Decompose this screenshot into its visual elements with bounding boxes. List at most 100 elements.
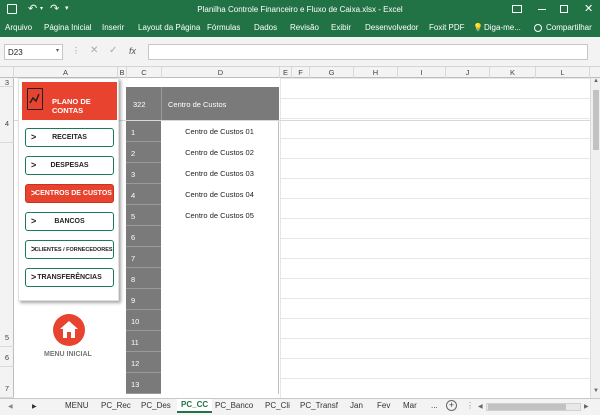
scroll-thumb[interactable] [593, 90, 599, 150]
table-row[interactable]: 12 [126, 352, 279, 373]
confirm-entry-icon[interactable]: ✓ [109, 45, 117, 56]
minimize-icon[interactable] [538, 9, 546, 10]
ribbon-display-icon[interactable] [512, 5, 522, 13]
sheet-tab-pc-cc[interactable]: PC_CC [177, 399, 213, 413]
sheet-tabs-bar: ◀ ▶ MENU PC_Rec PC_Des PC_CC PC_Banco PC… [0, 398, 600, 415]
row-value[interactable] [161, 310, 279, 331]
select-all-corner[interactable] [0, 67, 14, 78]
table-row[interactable]: 2 Centro de Custos 02 [126, 142, 279, 163]
row-value[interactable]: Centro de Custos 05 [161, 205, 279, 226]
ribbon-tab-foxit-pdf[interactable]: Foxit PDF [429, 23, 465, 32]
scroll-tabs-left-icon[interactable]: ◀ [8, 403, 13, 410]
cancel-entry-icon[interactable]: ✕ [90, 45, 98, 56]
scroll-down-icon[interactable]: ▼ [593, 388, 599, 394]
row-value[interactable] [161, 352, 279, 373]
ribbon-tab-exibir[interactable]: Exibir [331, 23, 351, 32]
ribbon-tab-inserir[interactable]: Inserir [102, 23, 124, 32]
row-value[interactable]: Centro de Custos 04 [161, 184, 279, 205]
ribbon-tab-formulas[interactable]: Fórmulas [207, 23, 240, 32]
close-icon[interactable]: ✕ [584, 2, 593, 15]
name-box[interactable]: D23 [4, 44, 63, 60]
column-header-c[interactable]: C [127, 67, 162, 78]
row-number: 2 [126, 142, 161, 163]
row-value[interactable]: Centro de Custos 01 [161, 121, 279, 142]
add-sheet-icon[interactable]: + [446, 400, 457, 411]
despesas-button[interactable]: > DESPESAS [25, 156, 114, 175]
bancos-button[interactable]: > BANCOS [25, 212, 114, 231]
sheet-tab-pc-des[interactable]: PC_Des [141, 401, 171, 410]
sheet-tab-pc-banco[interactable]: PC_Banco [215, 401, 253, 410]
table-row[interactable]: 7 [126, 247, 279, 268]
column-header-a[interactable]: A [14, 67, 118, 78]
hscroll-left-icon[interactable]: ◀ [478, 403, 483, 410]
table-row[interactable]: 4 Centro de Custos 04 [126, 184, 279, 205]
column-header-j[interactable]: J [446, 67, 490, 78]
maximize-icon[interactable] [560, 5, 568, 13]
sheet-tab-fev[interactable]: Fev [377, 401, 390, 410]
share-button[interactable]: Compartilhar [546, 23, 592, 32]
row-number: 10 [126, 310, 161, 331]
sheet-tab-mar[interactable]: Mar [403, 401, 417, 410]
centros-de-custos-button[interactable]: > CENTROS DE CUSTOS [25, 184, 114, 203]
table-row[interactable]: 5 Centro de Custos 05 [126, 205, 279, 226]
table-row[interactable]: 1 Centro de Custos 01 [126, 121, 279, 142]
row-header-4[interactable]: 4 [0, 87, 14, 143]
row-value[interactable]: Centro de Custos 03 [161, 163, 279, 184]
row-header-5[interactable]: 5 [0, 143, 14, 347]
table-row[interactable]: 9 [126, 289, 279, 310]
more-sheets[interactable]: ... [431, 401, 438, 410]
vertical-scrollbar[interactable]: ▲ ▼ [590, 78, 600, 398]
scroll-up-icon[interactable]: ▲ [593, 78, 599, 84]
column-header-k[interactable]: K [490, 67, 536, 78]
table-row[interactable]: 11 [126, 331, 279, 352]
sheet-tab-pc-transf[interactable]: PC_Transf [300, 401, 338, 410]
sheet-tab-pc-rec[interactable]: PC_Rec [101, 401, 131, 410]
row-value[interactable] [161, 331, 279, 352]
ribbon-tab-layout[interactable]: Layout da Página [138, 23, 200, 32]
ribbon-tab-desenvolvedor[interactable]: Desenvolvedor [365, 23, 418, 32]
row-header-6[interactable]: 6 [0, 347, 14, 367]
tell-me-box[interactable]: Diga-me... [484, 23, 521, 32]
row-value[interactable] [161, 289, 279, 310]
table-row[interactable]: 13 [126, 373, 279, 394]
row-value[interactable] [161, 247, 279, 268]
hscroll-thumb[interactable] [488, 404, 566, 410]
row-value[interactable] [161, 226, 279, 247]
row-header-7[interactable]: 7 [0, 367, 14, 398]
sheet-tab-jan[interactable]: Jan [350, 401, 363, 410]
table-row[interactable]: 6 [126, 226, 279, 247]
table-row[interactable]: 3 Centro de Custos 03 [126, 163, 279, 184]
table-row[interactable]: 10 [126, 310, 279, 331]
column-header-f[interactable]: F [292, 67, 310, 78]
ribbon-tab-revisao[interactable]: Revisão [290, 23, 319, 32]
column-header-i[interactable]: I [398, 67, 446, 78]
clientes-fornecedores-button[interactable]: > CLIENTES / FORNECEDORES [25, 240, 114, 259]
sheet-tab-pc-cli[interactable]: PC_Cli [265, 401, 290, 410]
ribbon-tab-pagina-inicial[interactable]: Página Inicial [44, 23, 92, 32]
column-header-d[interactable]: D [162, 67, 280, 78]
row-value[interactable] [161, 373, 279, 394]
name-box-dropdown-icon[interactable]: ▾ [56, 47, 59, 54]
column-header-h[interactable]: H [354, 67, 398, 78]
formula-input[interactable] [148, 44, 588, 60]
table-row[interactable]: 8 [126, 268, 279, 289]
ribbon-tab-arquivo[interactable]: Arquivo [5, 23, 32, 32]
row-header-3[interactable]: 3 [0, 78, 14, 87]
sheet-tab-menu[interactable]: MENU [65, 401, 89, 410]
scroll-tabs-right-icon[interactable]: ▶ [32, 403, 37, 410]
transferencias-button[interactable]: > TRANSFERÊNCIAS [25, 268, 114, 287]
row-value[interactable] [161, 268, 279, 289]
receitas-button[interactable]: > RECEITAS [25, 128, 114, 147]
home-icon[interactable] [53, 314, 85, 346]
hscroll-right-icon[interactable]: ▶ [584, 403, 589, 410]
row-number: 5 [126, 205, 161, 226]
column-header-l[interactable]: L [536, 67, 590, 78]
ribbon-tab-dados[interactable]: Dados [254, 23, 277, 32]
column-header-b[interactable]: B [118, 67, 127, 78]
table-header-label: Centro de Custos [168, 100, 227, 109]
insert-function-icon[interactable]: fx [129, 46, 136, 56]
row-value[interactable]: Centro de Custos 02 [161, 142, 279, 163]
menu-inicial-label[interactable]: MENU INICIAL [44, 351, 92, 358]
column-header-g[interactable]: G [310, 67, 354, 78]
column-header-e[interactable]: E [280, 67, 292, 78]
